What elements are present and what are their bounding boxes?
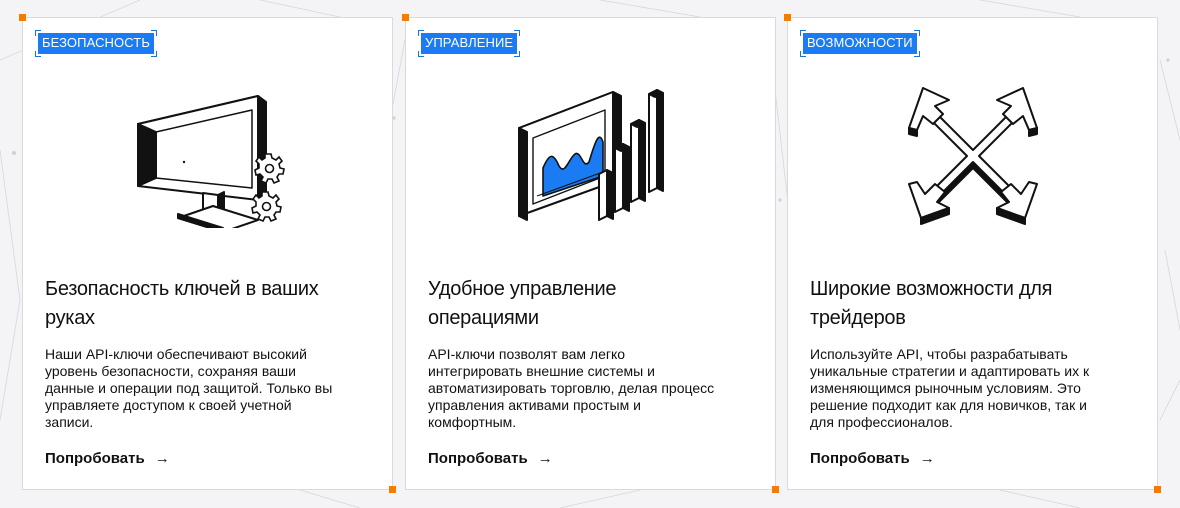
arrow-right-icon: →	[537, 450, 553, 467]
expand-arrows-icon	[908, 87, 1038, 225]
monitor-gears-icon	[137, 95, 285, 228]
category-tag: БЕЗОПАСНОСТЬ	[38, 33, 154, 54]
corner-marker	[389, 486, 396, 493]
corner-marker	[402, 14, 409, 21]
try-button-label: Попробовать	[45, 450, 145, 467]
feature-card-security: БЕЗОПАСНОСТЬ Безопасность ключей в ваших…	[19, 14, 396, 493]
feature-card-management: УПРАВЛЕНИЕ Удобное управление операциями…	[402, 14, 779, 493]
card-title: Удобное управление операциями	[428, 278, 617, 329]
card-description: Используйте API, чтобы разрабатывать уни…	[810, 346, 1090, 430]
category-tag: УПРАВЛЕНИЕ	[421, 33, 518, 54]
feature-card-opportunities: ВОЗМОЖНОСТИ Широкие возможности для трей…	[784, 14, 1161, 493]
category-tag: ВОЗМОЖНОСТИ	[803, 33, 917, 54]
card-description: Наши API-ключи обеспечивают высокий уров…	[45, 346, 333, 430]
corner-marker	[19, 14, 26, 21]
corner-marker	[772, 486, 779, 493]
monitor-chart-icon	[518, 89, 664, 221]
tag-frame: УПРАВЛЕНИЕ	[418, 30, 521, 57]
arrow-right-icon: →	[154, 450, 170, 467]
arrow-right-icon: →	[919, 450, 935, 467]
try-button[interactable]: Попробовать →	[45, 450, 170, 467]
corner-marker	[1154, 486, 1161, 493]
tag-frame: ВОЗМОЖНОСТИ	[800, 30, 920, 57]
card-description: API-ключи позволят вам легко интегрирова…	[428, 346, 715, 430]
try-button[interactable]: Попробовать →	[810, 450, 935, 467]
corner-marker	[784, 14, 791, 21]
card-title: Безопасность ключей в ваших руках	[45, 278, 319, 329]
try-button-label: Попробовать	[810, 450, 910, 467]
tag-frame: БЕЗОПАСНОСТЬ	[35, 30, 157, 57]
card-title: Широкие возможности для трейдеров	[810, 278, 1053, 329]
try-button-label: Попробовать	[428, 450, 528, 467]
try-button[interactable]: Попробовать →	[428, 450, 553, 467]
